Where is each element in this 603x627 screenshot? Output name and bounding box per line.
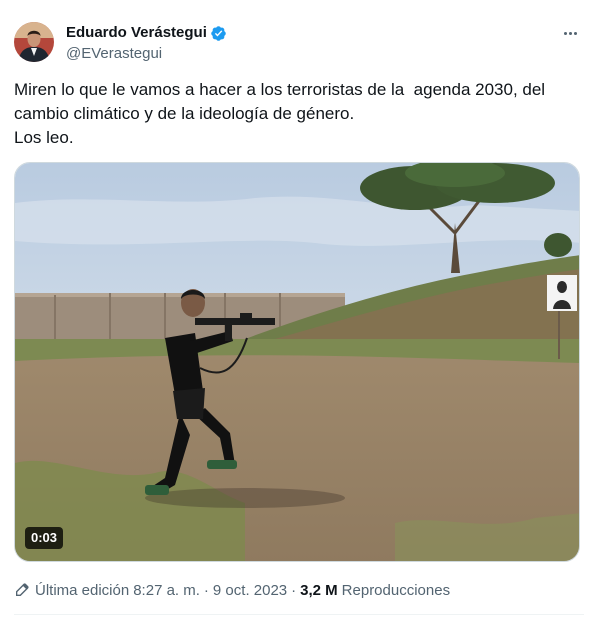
video-player[interactable]: 0:03: [14, 162, 580, 562]
author-handle[interactable]: @EVerastegui: [66, 45, 227, 63]
tweet-text-line: Los leo.: [14, 128, 74, 147]
tweet-text: Miren lo que le vamos a hacer a los terr…: [14, 78, 584, 150]
edited-label[interactable]: Última edición: [35, 582, 129, 599]
avatar-image: [14, 22, 54, 62]
divider: [14, 614, 584, 615]
tweet-time[interactable]: 8:27 a. m.: [133, 582, 200, 599]
views-label: Reproducciones: [341, 581, 451, 599]
more-horizontal-icon-dot: [573, 31, 577, 35]
tweet-metadata: Última edición 8:27 a. m. · 9 oct. 2023 …: [14, 580, 450, 600]
verified-badge-icon[interactable]: [210, 25, 227, 42]
author-block: Eduardo Verástegui @EVerastegui: [66, 24, 227, 63]
more-horizontal-icon: [563, 31, 567, 35]
tweet-text-line: Miren lo que le vamos a hacer a los terr…: [14, 80, 546, 99]
author-avatar[interactable]: [14, 22, 54, 62]
tweet-card: Eduardo Verástegui @EVerastegui Miren lo…: [0, 0, 603, 627]
tweet-date[interactable]: 9 oct. 2023: [213, 582, 287, 599]
meta-separator: ·: [291, 581, 297, 599]
video-frame: [15, 163, 579, 561]
author-display-name[interactable]: Eduardo Verástegui: [66, 24, 207, 42]
meta-separator: ·: [203, 581, 209, 599]
video-duration-badge: 0:03: [25, 527, 64, 549]
name-row: Eduardo Verástegui: [66, 24, 227, 42]
tweet-text-line: cambio climático y de la ideología de gé…: [14, 104, 355, 123]
pencil-icon: [14, 582, 30, 598]
more-horizontal-icon-dot: [568, 31, 572, 35]
views-count: 3,2 M: [300, 581, 338, 599]
more-options-button[interactable]: [558, 24, 582, 42]
